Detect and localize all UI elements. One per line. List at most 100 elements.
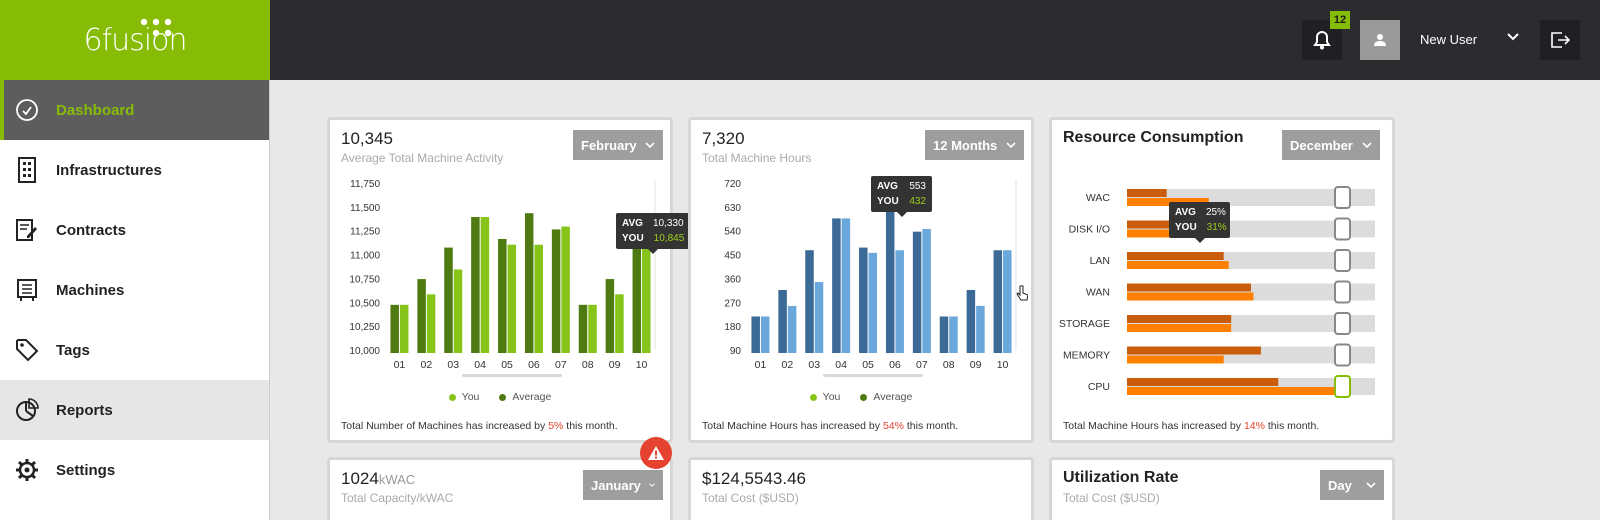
- machine-icon: [14, 277, 40, 303]
- sidebar-item-reports[interactable]: Reports: [0, 380, 269, 440]
- bar-average: [632, 247, 642, 353]
- resource-consumption-chart: WAC DISK I/O LAN WAN STORAGE MEMORY CPU: [1059, 186, 1375, 398]
- bar-average: [444, 247, 453, 353]
- sidebar-item-tags[interactable]: Tags: [0, 320, 269, 380]
- chart-tooltip: AVG 553 YOU 432: [871, 176, 932, 217]
- sidebar-item-label: Settings: [56, 461, 116, 479]
- bar-average: [966, 289, 976, 353]
- bar-average: [498, 238, 507, 353]
- pie-chart-icon: [14, 397, 40, 423]
- bar-you: [480, 217, 490, 353]
- tooltip-you-label: YOU: [1175, 222, 1197, 233]
- threshold-handle: [1334, 280, 1351, 304]
- user-name[interactable]: New User: [1420, 32, 1477, 47]
- x-tick-label: 08: [582, 359, 594, 371]
- card-subtitle: Total Cost ($USD): [1063, 491, 1160, 505]
- bar-you: [507, 244, 517, 353]
- sidebar-item-machines[interactable]: Machines: [0, 260, 269, 320]
- chart-tooltip: AVG 10,330 YOU 10,845: [616, 213, 689, 254]
- threshold-handle: [1334, 375, 1351, 398]
- x-tick-label: 07: [555, 359, 567, 371]
- x-tick-label: 09: [609, 359, 621, 371]
- bar-average: [885, 202, 895, 353]
- bar-average: [939, 316, 949, 353]
- y-tick-label: 540: [724, 227, 741, 238]
- legend-label: You: [822, 391, 841, 403]
- y-tick-label: 11,500: [350, 203, 380, 214]
- sidebar-item-settings[interactable]: Settings: [0, 440, 269, 500]
- card-footer-note: Total Machine Hours has increased by 54%…: [702, 420, 958, 432]
- y-tick-label: 360: [724, 274, 741, 285]
- tag-icon: [14, 337, 40, 363]
- sidebar-item-dashboard[interactable]: Dashboard: [0, 80, 269, 140]
- y-tick-label: 10,750: [349, 274, 380, 285]
- x-tick-label: 03: [808, 359, 820, 371]
- y-tick-label: 10,000: [349, 346, 380, 357]
- chart-tooltip: AVG 25% YOU 31%: [1169, 202, 1230, 243]
- y-tick-label: 720: [724, 179, 741, 190]
- app-logo[interactable]: 6fusion: [0, 0, 270, 80]
- card-title: Utilization Rate: [1063, 469, 1179, 486]
- tooltip-avg-value: 25%: [1205, 207, 1226, 218]
- y-tick-label: 180: [724, 322, 741, 333]
- footer-percent: 54%: [882, 420, 904, 432]
- chevron-down-icon: [1366, 482, 1376, 489]
- bell-icon: [1313, 30, 1331, 50]
- period-dropdown[interactable]: Day: [1320, 470, 1384, 500]
- threshold-handle: [1334, 312, 1351, 335]
- bar-you: [1127, 324, 1232, 332]
- x-tick-label: 01: [394, 359, 406, 371]
- bar-average: [551, 229, 561, 353]
- bar-average: [605, 279, 615, 353]
- card-footer-note: Total Machine Hours has increased by 14%…: [1063, 420, 1319, 432]
- footer-text: this month.: [563, 420, 618, 432]
- y-tick-label: 10,500: [349, 298, 380, 309]
- avatar[interactable]: [1360, 20, 1400, 60]
- x-tick-label: 05: [862, 359, 874, 371]
- total-cost-card: $124,5543.46 Total Cost ($USD): [688, 457, 1034, 520]
- tooltip-avg-value: 553: [909, 181, 926, 192]
- bar-you: [895, 250, 904, 353]
- x-tick-label: 02: [421, 359, 433, 371]
- card-subtitle: Total Cost ($USD): [702, 491, 799, 505]
- y-tick-label: 10,250: [349, 322, 380, 333]
- tooltip-you-value: 10,845: [653, 233, 685, 244]
- y-tick-label: 630: [724, 203, 741, 214]
- bar-you: [814, 282, 824, 353]
- legend-label: Average: [512, 391, 552, 403]
- logout-button[interactable]: [1540, 20, 1580, 60]
- footer-percent: 14%: [1243, 420, 1265, 432]
- activity-card: 10,345 Average Total Machine Activity Fe…: [327, 117, 689, 443]
- logout-icon: [1551, 32, 1570, 48]
- sidebar-item-label: Machines: [56, 281, 125, 299]
- bar-you: [1127, 387, 1341, 395]
- threshold-handle: [1334, 343, 1351, 367]
- bar-you: [868, 252, 878, 353]
- bar-you: [588, 304, 597, 353]
- bar-you: [426, 294, 436, 353]
- y-tick-label: 450: [724, 251, 741, 262]
- x-tick-label: 02: [782, 359, 794, 371]
- footer-text: Total Machine Hours has increased by: [702, 420, 883, 432]
- sidebar-item-infrastructures[interactable]: Infrastructures: [0, 140, 269, 200]
- tooltip-you-value: 31%: [1206, 222, 1227, 233]
- category-label: MEMORY: [1063, 350, 1110, 362]
- chart-legend: You Average: [330, 391, 670, 403]
- category-label: WAN: [1086, 287, 1110, 299]
- mouse-cursor-icon: [1016, 285, 1028, 301]
- chevron-down-icon[interactable]: [1506, 30, 1520, 49]
- capacity-unit: kWAC: [378, 472, 416, 487]
- category-label: DISK I/O: [1069, 224, 1110, 236]
- capacity-card: 1024kWAC Total Capacity/kWAC January: [327, 457, 673, 520]
- bar-average: [859, 247, 868, 353]
- sidebar-item-contracts[interactable]: Contracts: [0, 200, 269, 260]
- sidebar-item-label: Tags: [56, 341, 90, 359]
- category-label: STORAGE: [1059, 318, 1110, 330]
- tooltip-you-label: YOU: [622, 233, 644, 244]
- x-tick-label: 03: [447, 359, 459, 371]
- machine-hours-bar-chart: 720 630 540 450 360 270 180 90 01 02 03 04 05 06 07 08 0…: [724, 179, 1017, 377]
- footer-percent: 5%: [548, 420, 564, 432]
- user-icon: [1374, 34, 1386, 46]
- month-dropdown[interactable]: January: [583, 470, 663, 500]
- warning-alert-badge[interactable]: [640, 437, 672, 469]
